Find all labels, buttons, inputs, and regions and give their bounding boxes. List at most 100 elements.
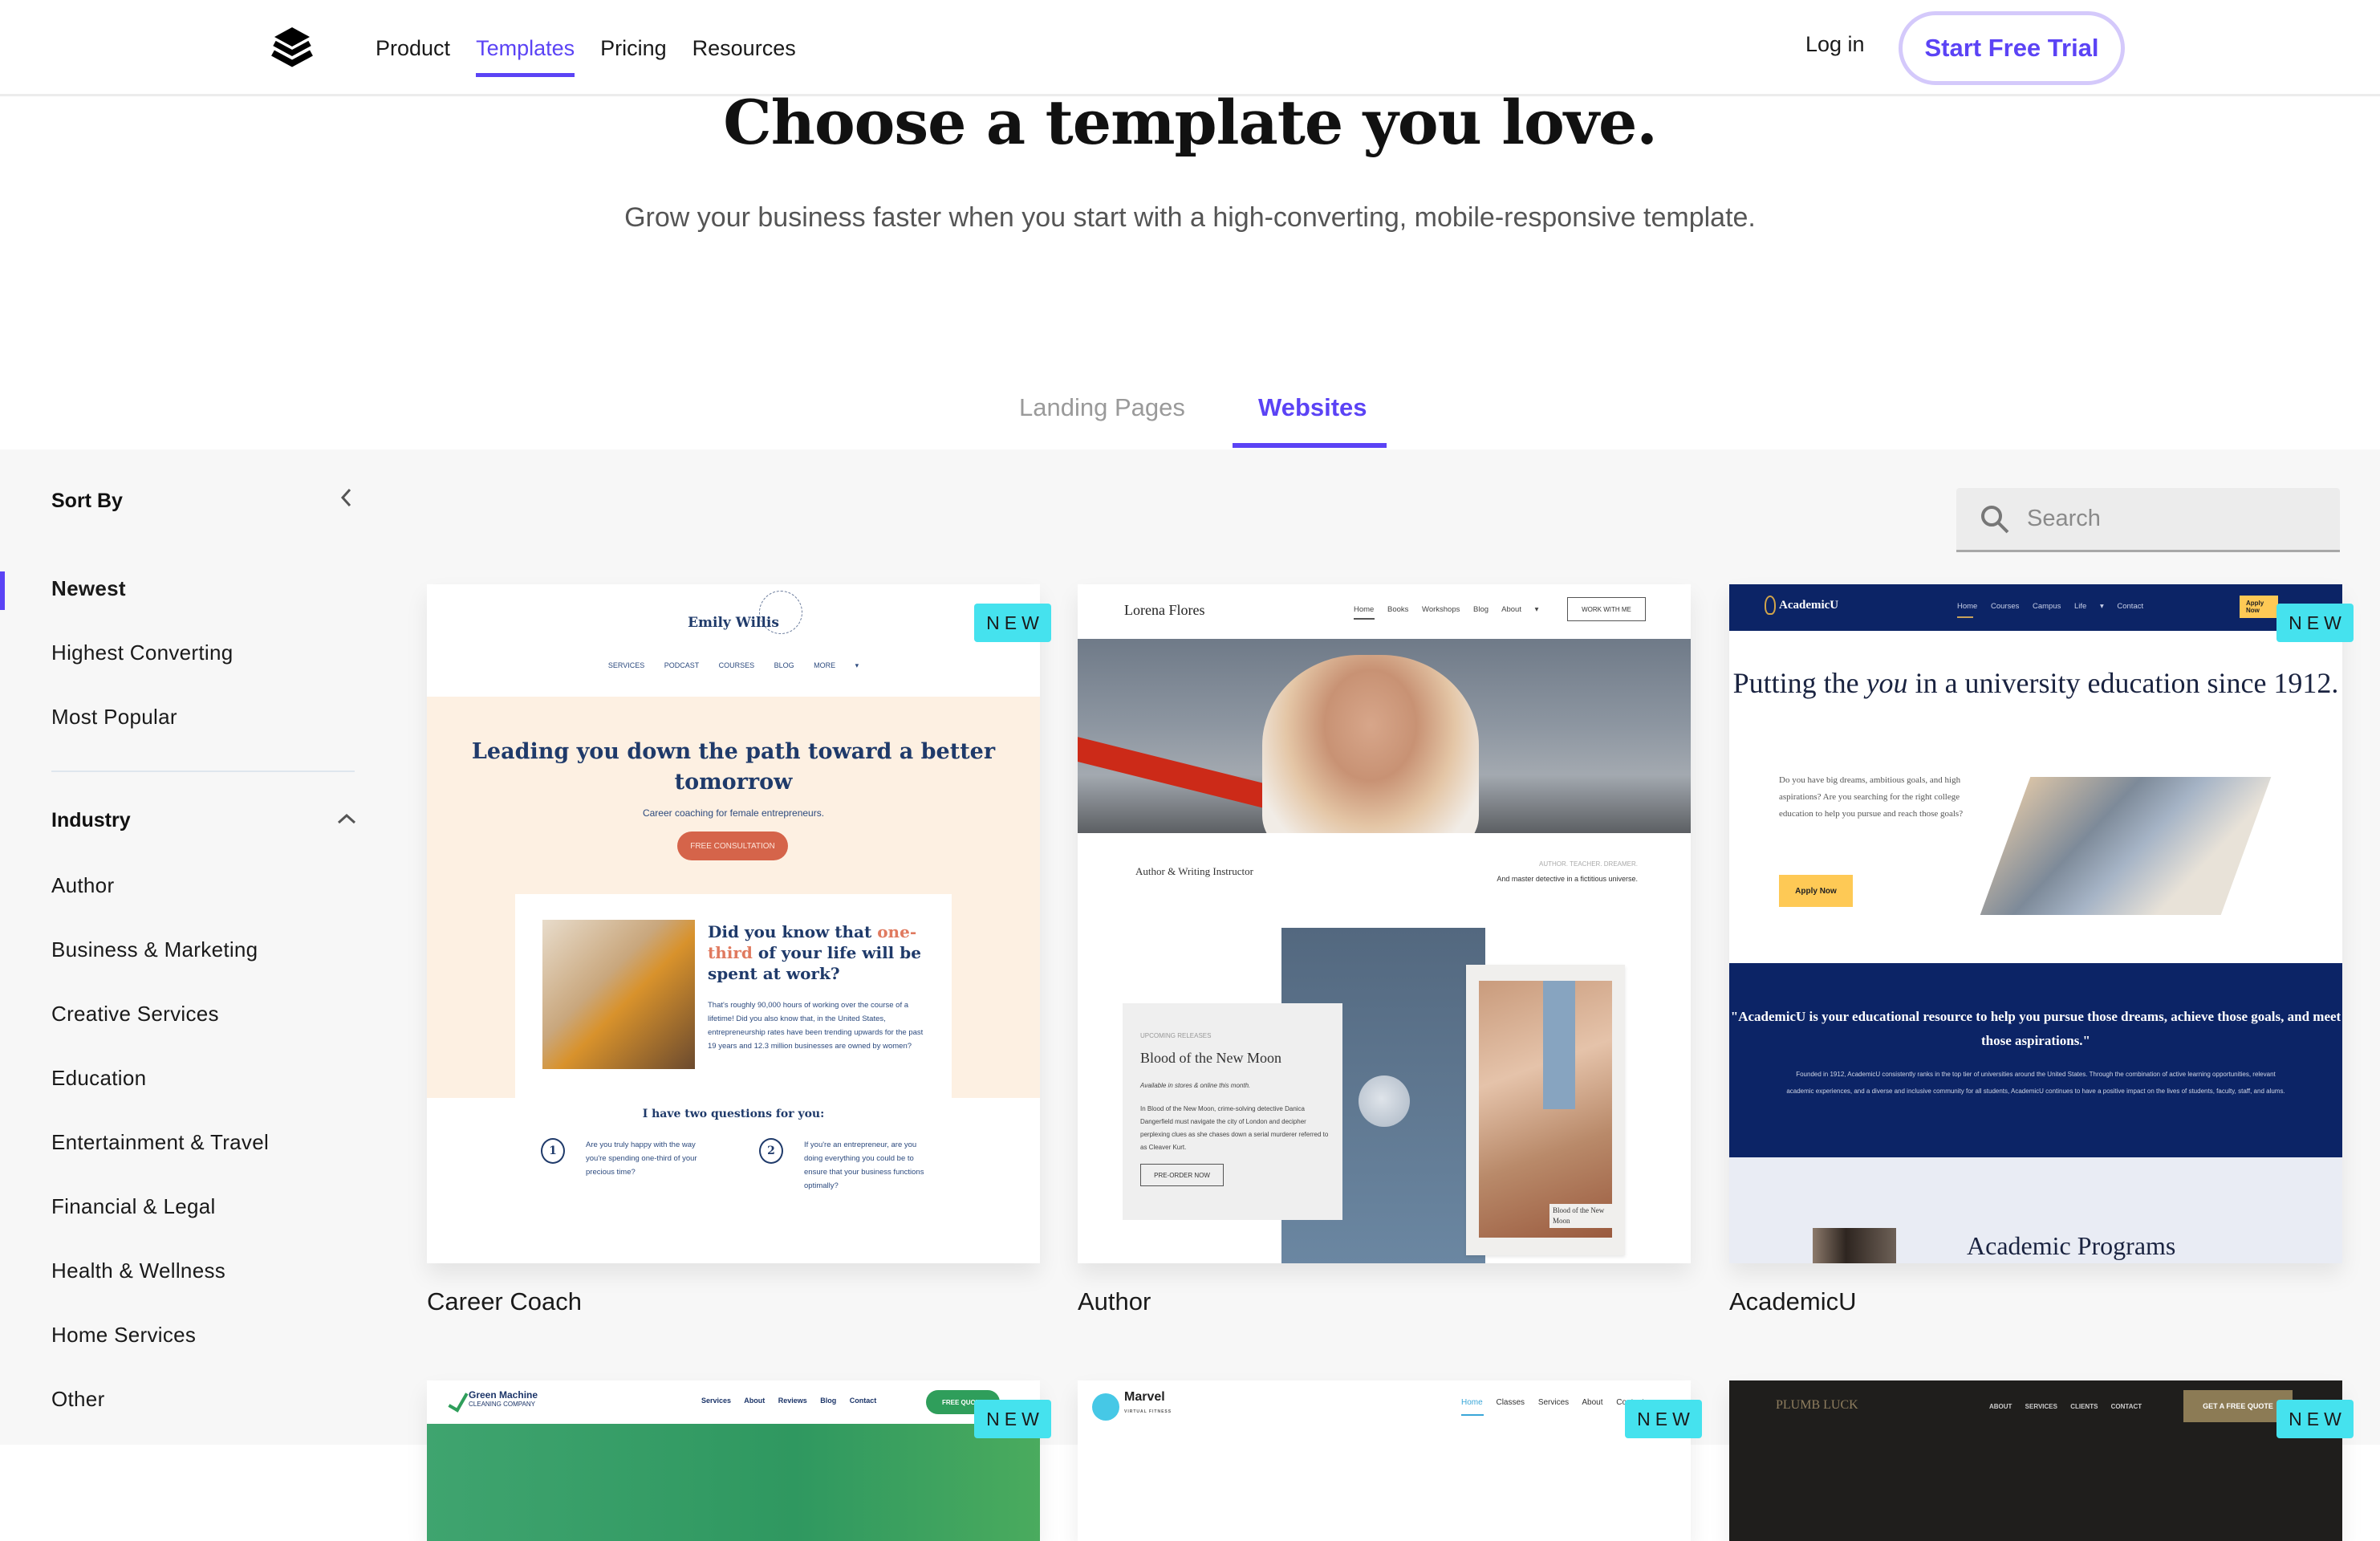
- chevron-up-icon[interactable]: [335, 807, 358, 830]
- search-input[interactable]: [2027, 506, 2332, 532]
- filter-sidebar: Sort By Newest Highest Converting Most P…: [0, 449, 377, 1445]
- preview-brand: Marvel VIRTUAL FITNESS: [1124, 1390, 1172, 1417]
- preview-nav: Services About Reviews Blog Contact: [701, 1397, 877, 1405]
- template-name[interactable]: Career Coach: [427, 1287, 1040, 1316]
- preview-tagline-small: AUTHOR. TEACHER. DREAMER.: [1539, 860, 1638, 868]
- question-text-a: Did you know that: [708, 922, 878, 941]
- chevron-left-icon[interactable]: [335, 486, 358, 509]
- preview-quote-band: "AcademicU is your educational resource …: [1729, 963, 2342, 1157]
- template-card-green-machine[interactable]: Green Machine CLEANING COMPANY Services A…: [427, 1380, 1051, 1541]
- new-badge: NEW: [974, 604, 1051, 642]
- new-badge: NEW: [2276, 1400, 2354, 1438]
- brand-name: Green Machine: [469, 1389, 538, 1401]
- search-box: [1956, 488, 2340, 552]
- preview-fact-text: That's roughly 90,000 hours of working o…: [708, 1001, 924, 1051]
- template-name[interactable]: AcademicU: [1729, 1287, 2342, 1316]
- preview-cta: FREE CONSULTATION: [677, 831, 788, 860]
- preview-header: Green Machine CLEANING COMPANY Services A…: [427, 1380, 1040, 1424]
- template-card-academicu[interactable]: AcademicU Home Courses Campus Life ▾ Con…: [1729, 584, 2354, 1316]
- search-icon: [1981, 505, 2009, 533]
- preview-tagline: And master detective in a fictitious uni…: [1497, 875, 1638, 883]
- template-card-plumb-luck[interactable]: PLUMB LUCK ABOUT SERVICES CLIENTS CONTAC…: [1729, 1380, 2354, 1541]
- preview-upcoming: UPCOMING RELEASES: [1140, 1032, 1212, 1039]
- preview-header: AcademicU Home Courses Campus Life ▾ Con…: [1729, 584, 2342, 631]
- active-sort-indicator: [0, 571, 5, 610]
- lightbulb-icon: [1765, 596, 1776, 615]
- preview-availability: Available in stores & online this month.: [1140, 1082, 1251, 1089]
- login-link[interactable]: Log in: [1805, 32, 1865, 57]
- new-badge: NEW: [1625, 1400, 1702, 1438]
- nav-product[interactable]: Product: [376, 0, 450, 96]
- preview-brand: PLUMB LUCK: [1776, 1398, 1858, 1412]
- preview-question-2: If you're an entrepreneur, are you doing…: [804, 1141, 924, 1190]
- number-two-icon: 2: [759, 1138, 783, 1164]
- headline-a: Putting the: [1732, 667, 1866, 699]
- preview-header: Lorena Flores Home Books Workshops Blog …: [1078, 584, 1691, 639]
- checkmark-icon: [448, 1389, 469, 1413]
- template-preview[interactable]: AcademicU Home Courses Campus Life ▾ Con…: [1729, 584, 2342, 1263]
- preview-brand: Lorena Flores: [1124, 602, 1205, 618]
- preview-nav: Home Courses Campus Life ▾ Contact: [1957, 602, 2144, 611]
- sort-by-heading: Sort By: [51, 490, 123, 512]
- industry-heading: Industry: [51, 809, 131, 831]
- tab-websites[interactable]: Websites: [1258, 393, 1367, 422]
- preview-brand: Emily Willis: [688, 615, 779, 631]
- preview-brand: Green Machine CLEANING COMPANY: [469, 1390, 538, 1409]
- preview-apply-button: Apply Now: [1779, 875, 1853, 907]
- top-navigation: Product Templates Pricing Resources Log …: [0, 0, 2380, 96]
- layered-stack-logo[interactable]: [265, 27, 319, 69]
- preview-nav-underline: [1461, 1414, 1484, 1416]
- headline-em: you: [1866, 667, 1908, 699]
- nav-templates[interactable]: Templates: [476, 0, 575, 96]
- preview-question-1: Are you truly happy with the way you're …: [586, 1141, 697, 1177]
- cover-strip: [1543, 981, 1575, 1109]
- industry-financial-legal[interactable]: Financial & Legal: [51, 1194, 216, 1219]
- sort-highest-converting[interactable]: Highest Converting: [51, 640, 234, 665]
- preview-programs-section: Academic Programs: [1729, 1157, 2342, 1263]
- brand-name: Marvel: [1124, 1390, 1165, 1404]
- industry-author[interactable]: Author: [51, 873, 114, 898]
- nav-rest: Classes Services About Contact: [1496, 1398, 1644, 1407]
- preview-nav: ABOUT SERVICES CLIENTS CONTACT: [1989, 1403, 2142, 1410]
- industry-business-marketing[interactable]: Business & Marketing: [51, 937, 258, 962]
- template-card-marvel[interactable]: Marvel VIRTUAL FITNESS Home Classes Servi…: [1078, 1380, 1702, 1541]
- sort-newest[interactable]: Newest: [51, 576, 126, 601]
- template-preview[interactable]: Emily Willis SERVICES PODCAST COURSES BL…: [427, 584, 1040, 1263]
- preview-book-description: In Blood of the New Moon, crime-solving …: [1140, 1105, 1329, 1151]
- preview-header: PLUMB LUCK ABOUT SERVICES CLIENTS CONTAC…: [1729, 1380, 2342, 1541]
- template-name[interactable]: Author: [1078, 1287, 1691, 1316]
- preview-nav: Home Books Workshops Blog About ▾: [1354, 605, 1539, 614]
- industry-other[interactable]: Other: [51, 1387, 105, 1412]
- industry-education[interactable]: Education: [51, 1066, 146, 1091]
- preview-question: Did you know that one-third of your life…: [708, 921, 940, 984]
- preview-quote: "AcademicU is your educational resource …: [1730, 1009, 2341, 1048]
- templates-section: Sort By Newest Highest Converting Most P…: [0, 449, 2380, 1541]
- start-free-trial-button[interactable]: Start Free Trial: [1899, 11, 2125, 85]
- template-card-author[interactable]: Lorena Flores Home Books Workshops Blog …: [1078, 584, 1691, 1316]
- cover-title: Blood of the New Moon: [1549, 1204, 1614, 1228]
- template-preview[interactable]: Marvel VIRTUAL FITNESS Home Classes Servi…: [1078, 1380, 1691, 1541]
- template-preview[interactable]: Green Machine CLEANING COMPANY Services A…: [427, 1380, 1040, 1541]
- page-title: Choose a template you love.: [723, 87, 1658, 158]
- preview-classroom-photo: [1980, 777, 2272, 915]
- preview-apply-top: Apply Now: [2240, 596, 2278, 618]
- industry-entertainment-travel[interactable]: Entertainment & Travel: [51, 1130, 269, 1155]
- preview-tagline: Career coaching for female entrepreneurs…: [642, 807, 825, 819]
- sort-most-popular[interactable]: Most Popular: [51, 705, 177, 730]
- template-card-career-coach[interactable]: Emily Willis SERVICES PODCAST COURSES BL…: [427, 584, 1051, 1316]
- tab-landing-pages[interactable]: Landing Pages: [1019, 393, 1185, 422]
- preview-hero: [427, 1424, 1040, 1541]
- template-preview[interactable]: PLUMB LUCK ABOUT SERVICES CLIENTS CONTAC…: [1729, 1380, 2342, 1541]
- nav-resources[interactable]: Resources: [692, 0, 796, 96]
- main-nav: Product Templates Pricing Resources: [376, 0, 822, 96]
- cover-image: [1479, 981, 1612, 1238]
- preview-founded-text: Founded in 1912, AcademicU consistently …: [1786, 1071, 2285, 1095]
- template-preview[interactable]: Lorena Flores Home Books Workshops Blog …: [1078, 584, 1691, 1263]
- programs-photo: [1813, 1228, 1896, 1263]
- preview-nav-underline: [1957, 616, 1973, 618]
- industry-health-wellness[interactable]: Health & Wellness: [51, 1258, 225, 1283]
- brand-sub: VIRTUAL FITNESS: [1124, 1409, 1172, 1414]
- industry-creative-services[interactable]: Creative Services: [51, 1002, 219, 1027]
- nav-pricing[interactable]: Pricing: [600, 0, 667, 96]
- industry-home-services[interactable]: Home Services: [51, 1323, 196, 1348]
